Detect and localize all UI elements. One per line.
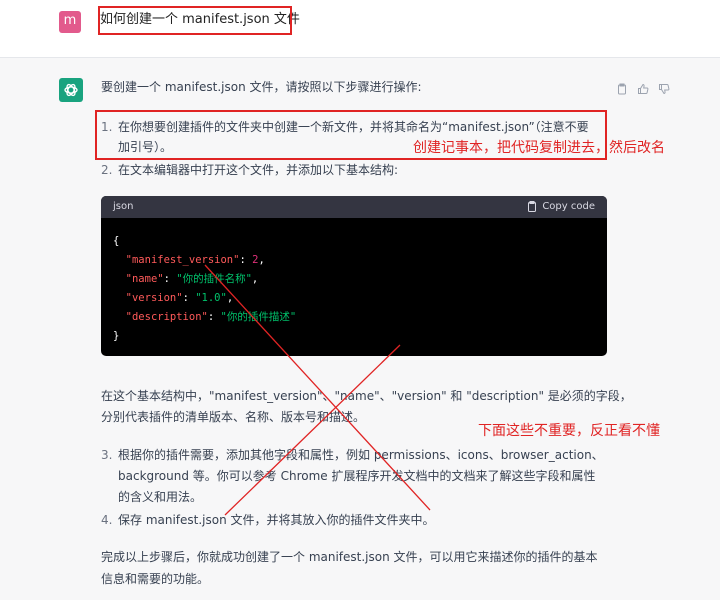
- paragraph-1-line1: 在这个基本结构中，"manifest_version"、"name"、"vers…: [101, 389, 632, 403]
- annotation-note-1: 创建记事本，把代码复制进去，然后改名: [413, 140, 665, 156]
- copy-code-label: Copy code: [542, 201, 595, 212]
- code-value: "你的插件描述": [220, 311, 297, 323]
- thumbs-up-icon[interactable]: [637, 80, 649, 94]
- paragraph-2-line2: 信息和需要的功能。: [101, 572, 210, 586]
- step-4-number: 4.: [101, 513, 113, 527]
- clipboard-icon[interactable]: [616, 80, 628, 95]
- step-2-number: 2.: [101, 163, 113, 177]
- assistant-avatar: [59, 78, 83, 102]
- code-comma: ,: [258, 254, 265, 266]
- user-message-row: m 如何创建一个 manifest.json 文件: [0, 0, 720, 58]
- copy-icon: [528, 201, 537, 212]
- user-avatar: m: [59, 11, 81, 33]
- code-key: "name": [125, 273, 164, 285]
- step-4-text: 保存 manifest.json 文件，并将其放入你的插件文件夹中。: [118, 513, 435, 527]
- code-key: "version": [125, 292, 183, 304]
- paragraph-1-line2: 分别代表插件的清单版本、名称、版本号和描述。: [101, 410, 366, 424]
- code-close-brace: }: [113, 330, 120, 342]
- code-open-brace: {: [113, 235, 120, 247]
- code-block-header: json Copy code: [101, 196, 607, 218]
- step-3-text-line2: background 等。你可以参考 Chrome 扩展程序开发文档中的文档来了…: [118, 469, 596, 483]
- assistant-intro: 要创建一个 manifest.json 文件，请按照以下步骤进行操作:: [101, 80, 422, 94]
- code-comma: ,: [226, 292, 234, 304]
- code-value: "1.0": [195, 292, 227, 304]
- step-3-text-line1: 根据你的插件需要，添加其他字段和属性，例如 permissions、icons、…: [118, 448, 604, 462]
- code-block: json Copy code { "manifest_version": 2, …: [101, 196, 607, 356]
- openai-logo-icon: [64, 83, 78, 97]
- step-2-text: 在文本编辑器中打开这个文件，并添加以下基本结构:: [118, 163, 399, 177]
- user-message-highlight-box: [98, 6, 292, 35]
- code-language-label: json: [113, 201, 134, 212]
- code-comma: ,: [251, 273, 259, 285]
- thumbs-down-icon[interactable]: [658, 80, 670, 95]
- code-value: "你的插件名称": [176, 273, 252, 285]
- message-actions: [616, 80, 670, 95]
- annotation-note-2: 下面这些不重要，反正看不懂: [478, 423, 660, 439]
- code-content: { "manifest_version": 2, "name": "你的插件名称…: [113, 235, 297, 342]
- copy-code-button[interactable]: Copy code: [527, 201, 595, 212]
- code-key: "description": [125, 311, 208, 323]
- code-key: "manifest_version": [125, 254, 240, 266]
- step-3-text-line3: 的含义和用法。: [118, 490, 203, 504]
- step-3-number: 3.: [101, 448, 113, 462]
- paragraph-2-line1: 完成以上步骤后，你就成功创建了一个 manifest.json 文件，可以用它来…: [101, 550, 598, 564]
